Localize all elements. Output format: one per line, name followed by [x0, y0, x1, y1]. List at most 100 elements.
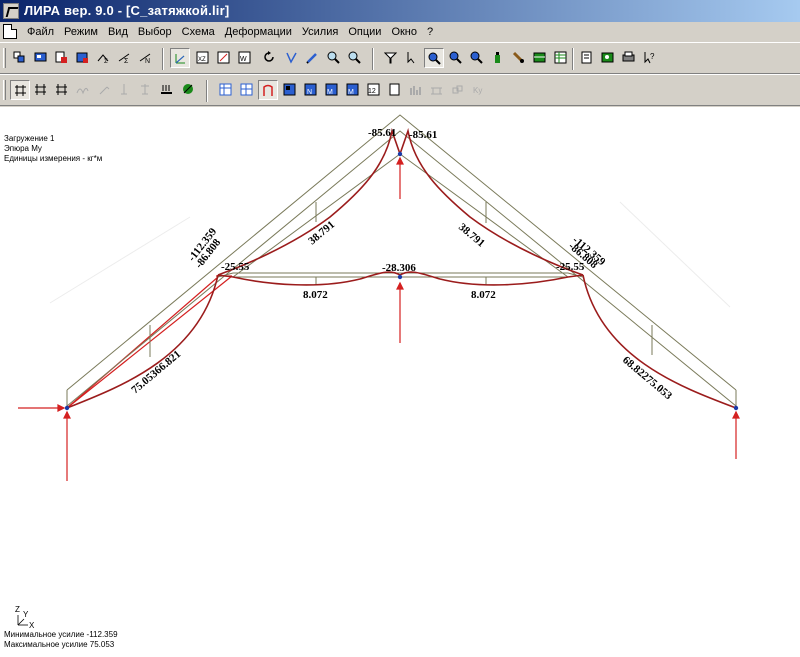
printer-icon[interactable] — [619, 48, 639, 68]
svg-text:12: 12 — [368, 88, 376, 95]
node-grid-button[interactable] — [10, 80, 30, 100]
magnifier-icon[interactable] — [324, 48, 344, 68]
zoom-fit-button[interactable]: XZ — [193, 48, 213, 68]
pointer-plus-button[interactable]: W — [235, 48, 255, 68]
zoom-out-icon[interactable] — [446, 48, 466, 68]
menu-forces[interactable]: Усилия — [297, 25, 343, 39]
model-canvas[interactable]: Загружение 1 Эпюра My Единицы измерения … — [0, 107, 800, 657]
window-title: ЛИРА вер. 9.0 - [С_затяжкой.lir] — [24, 3, 230, 18]
document-icon[interactable] — [3, 24, 17, 39]
svg-text:W: W — [240, 56, 247, 63]
hook-icon[interactable] — [94, 80, 114, 100]
fill-blue-m2-button[interactable]: M — [343, 80, 363, 100]
force-labels: -85.61 -85.61 38.791 38.791 -28.306 8.07… — [129, 127, 674, 403]
grid-selected-button[interactable] — [237, 80, 257, 100]
menu-select[interactable]: Выбор — [133, 25, 177, 39]
zoom-3d-button[interactable] — [214, 48, 234, 68]
add-element-button[interactable] — [31, 48, 51, 68]
delete-node-button[interactable] — [52, 48, 72, 68]
left-support-node — [64, 405, 70, 411]
add-node-button[interactable] — [10, 48, 30, 68]
cursor-star-icon[interactable] — [402, 48, 422, 68]
left-upper-moment — [217, 127, 401, 276]
svg-text:Ky: Ky — [473, 86, 482, 95]
zoom-window-icon[interactable] — [345, 48, 365, 68]
secondary-toolbar: N M M 12 Ky — [0, 74, 800, 106]
axis-z-label: Z — [15, 605, 20, 614]
doc-page-button[interactable] — [385, 80, 405, 100]
pencil-icon[interactable] — [303, 48, 323, 68]
svg-text:M: M — [348, 89, 354, 96]
svg-text:?: ? — [650, 52, 655, 61]
hinge-frame-button[interactable] — [52, 80, 72, 100]
pin-icon[interactable] — [115, 80, 135, 100]
bridge-icon[interactable] — [427, 80, 447, 100]
label-top-left: -85.61 — [368, 127, 396, 139]
center-tie-node — [397, 274, 403, 280]
right-support-node — [733, 405, 739, 411]
toolbar-separator — [572, 48, 574, 70]
menu-options[interactable]: Опции — [343, 25, 386, 39]
menu-view[interactable]: Вид — [103, 25, 133, 39]
toolbar-grip[interactable] — [3, 48, 6, 68]
help-pointer-icon[interactable]: ? — [640, 48, 660, 68]
zoom-reset-icon[interactable] — [467, 48, 487, 68]
bottle-icon[interactable] — [488, 48, 508, 68]
menu-deformations[interactable]: Деформации — [220, 25, 297, 39]
truss-diagram: -85.61 -85.61 38.791 38.791 -28.306 8.07… — [15, 114, 740, 630]
menu-bar: Файл Режим Вид Выбор Схема Деформации Ус… — [0, 22, 800, 42]
cross-pin-icon[interactable] — [136, 80, 156, 100]
toolbar-grip[interactable] — [3, 80, 6, 100]
label-tie-right: 8.072 — [471, 289, 496, 301]
stress-grid-button[interactable] — [216, 80, 236, 100]
svg-text:M: M — [327, 89, 333, 96]
top-node — [397, 151, 403, 157]
pack-lines-button[interactable]: N — [136, 48, 156, 68]
table-icon[interactable] — [551, 48, 571, 68]
projection-button[interactable] — [282, 48, 302, 68]
label-tie-left: 8.072 — [303, 289, 328, 301]
pack-nodes-button[interactable]: Σ — [94, 48, 114, 68]
label-tie-center: -28.306 — [382, 262, 416, 274]
fill-blue-n-button[interactable]: N — [301, 80, 321, 100]
app-logo-icon[interactable] — [3, 3, 19, 19]
shelf-icon[interactable] — [530, 48, 550, 68]
fill-black-button[interactable] — [280, 80, 300, 100]
moment-diagram-button[interactable] — [258, 80, 278, 100]
menu-help[interactable]: ? — [422, 25, 438, 39]
fill-blue-m-button[interactable]: M — [322, 80, 342, 100]
menu-file[interactable]: Файл — [22, 25, 59, 39]
number-12-button[interactable]: 12 — [364, 80, 384, 100]
notepad-icon[interactable] — [577, 48, 597, 68]
delete-element-button[interactable] — [73, 48, 93, 68]
menu-window[interactable]: Окно — [386, 25, 422, 39]
right-upper-moment — [399, 127, 584, 276]
toolbar-separator — [162, 48, 164, 70]
svg-text:Σ: Σ — [104, 59, 108, 64]
menu-scheme[interactable]: Схема — [177, 25, 220, 39]
rotate-icon[interactable] — [260, 48, 280, 68]
ky-label-icon[interactable]: Ky — [469, 80, 489, 100]
spring-icon[interactable] — [73, 80, 93, 100]
svg-text:N: N — [307, 89, 312, 96]
axis-x-label: X — [29, 621, 35, 630]
pack-elements-button[interactable]: Σ — [115, 48, 135, 68]
svg-text:XZ: XZ — [198, 57, 206, 63]
color-scheme-icon[interactable] — [179, 80, 199, 100]
filter-icon[interactable] — [381, 48, 401, 68]
main-toolbar: Σ Σ N XZ W ? — [0, 42, 800, 74]
diagram-ordinates — [149, 202, 653, 357]
brush-icon[interactable] — [509, 48, 529, 68]
menu-mode[interactable]: Режим — [59, 25, 103, 39]
load-arrows-icon[interactable] — [157, 80, 177, 100]
axis-zoom-button[interactable] — [170, 48, 190, 68]
background-guides — [49, 201, 731, 308]
zoom-in-icon[interactable] — [424, 48, 444, 68]
toolbar-separator — [206, 80, 208, 102]
frame-button[interactable] — [31, 80, 51, 100]
title-bar: ЛИРА вер. 9.0 - [С_затяжкой.lir] — [0, 0, 800, 22]
cubes-icon[interactable] — [448, 80, 468, 100]
book-icon[interactable] — [598, 48, 618, 68]
label-left-brace-c: -25.55 — [221, 261, 250, 273]
bar-chart-icon[interactable] — [406, 80, 426, 100]
